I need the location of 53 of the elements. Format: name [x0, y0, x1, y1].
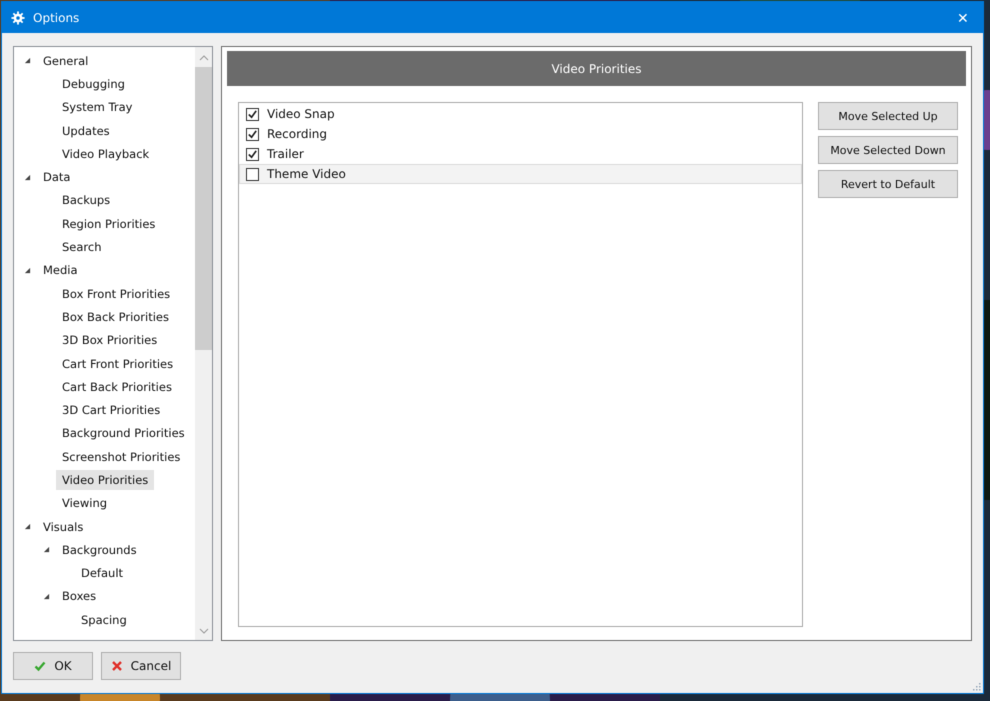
- action-button[interactable]: Revert to Default: [818, 170, 958, 198]
- tree-item[interactable]: Box Front Priorities: [56, 284, 176, 304]
- tree-item[interactable]: 3D Cart Priorities: [56, 400, 166, 420]
- cancel-button[interactable]: Cancel: [101, 652, 181, 680]
- window-title: Options: [33, 10, 80, 24]
- tree-item[interactable]: Background Priorities: [56, 423, 191, 444]
- tree-item[interactable]: System Tray: [56, 97, 138, 118]
- expand-triangle-icon[interactable]: [43, 592, 50, 600]
- tree-item[interactable]: Video Playback: [56, 144, 156, 164]
- tree-item[interactable]: Boxes: [56, 586, 102, 606]
- ok-button[interactable]: OK: [13, 652, 93, 680]
- tree-item[interactable]: 3D Box Priorities: [56, 330, 164, 350]
- expand-triangle-icon[interactable]: [24, 174, 31, 181]
- tree-item[interactable]: Cart Front Priorities: [56, 354, 180, 374]
- tree-item[interactable]: Search: [56, 237, 108, 258]
- scrollbar-thumb[interactable]: [195, 67, 212, 350]
- tree-item[interactable]: Backups: [56, 190, 116, 210]
- list-item[interactable]: Video Snap: [239, 104, 802, 124]
- checkbox[interactable]: [246, 168, 259, 180]
- tree-item[interactable]: General: [37, 50, 94, 71]
- close-button[interactable]: ✕: [943, 2, 983, 33]
- expand-triangle-icon[interactable]: [24, 57, 31, 64]
- resize-grip-icon[interactable]: [971, 681, 981, 691]
- tree-item[interactable]: Video Priorities: [56, 470, 154, 490]
- list-item[interactable]: Theme Video: [239, 164, 802, 184]
- tree-item[interactable]: Media: [37, 260, 84, 280]
- checkmark-icon: [34, 660, 46, 672]
- tree-item[interactable]: Spacing: [75, 610, 133, 630]
- cross-icon: [110, 660, 123, 672]
- tree-item[interactable]: Box Back Priorities: [56, 306, 175, 327]
- checkbox[interactable]: [246, 108, 259, 120]
- tree-item[interactable]: Viewing: [56, 493, 114, 514]
- tree-item[interactable]: Screenshot Priorities: [56, 446, 186, 467]
- panel-header: Video Priorities: [227, 51, 966, 86]
- tree-item[interactable]: Debugging: [56, 74, 131, 94]
- tree-item[interactable]: Visuals: [37, 516, 90, 537]
- tree-item[interactable]: Default: [75, 563, 130, 584]
- action-button[interactable]: Move Selected Down: [818, 136, 958, 164]
- expand-triangle-icon[interactable]: [24, 523, 31, 530]
- expand-triangle-icon[interactable]: [43, 546, 50, 554]
- scrollbar[interactable]: [195, 47, 212, 640]
- settings-icon: [11, 10, 25, 24]
- checkbox[interactable]: [246, 128, 259, 140]
- tree-item[interactable]: Data: [37, 167, 76, 188]
- list-item[interactable]: Trailer: [239, 144, 802, 164]
- tree-item[interactable]: Region Priorities: [56, 214, 162, 234]
- action-button[interactable]: Move Selected Up: [818, 102, 958, 130]
- list-item[interactable]: Recording: [239, 124, 802, 144]
- tree-item[interactable]: Cart Back Priorities: [56, 376, 178, 397]
- tree-item[interactable]: Backgrounds: [56, 540, 143, 560]
- checkbox[interactable]: [246, 148, 259, 160]
- tree-item[interactable]: Updates: [56, 120, 116, 141]
- expand-triangle-icon[interactable]: [24, 266, 31, 274]
